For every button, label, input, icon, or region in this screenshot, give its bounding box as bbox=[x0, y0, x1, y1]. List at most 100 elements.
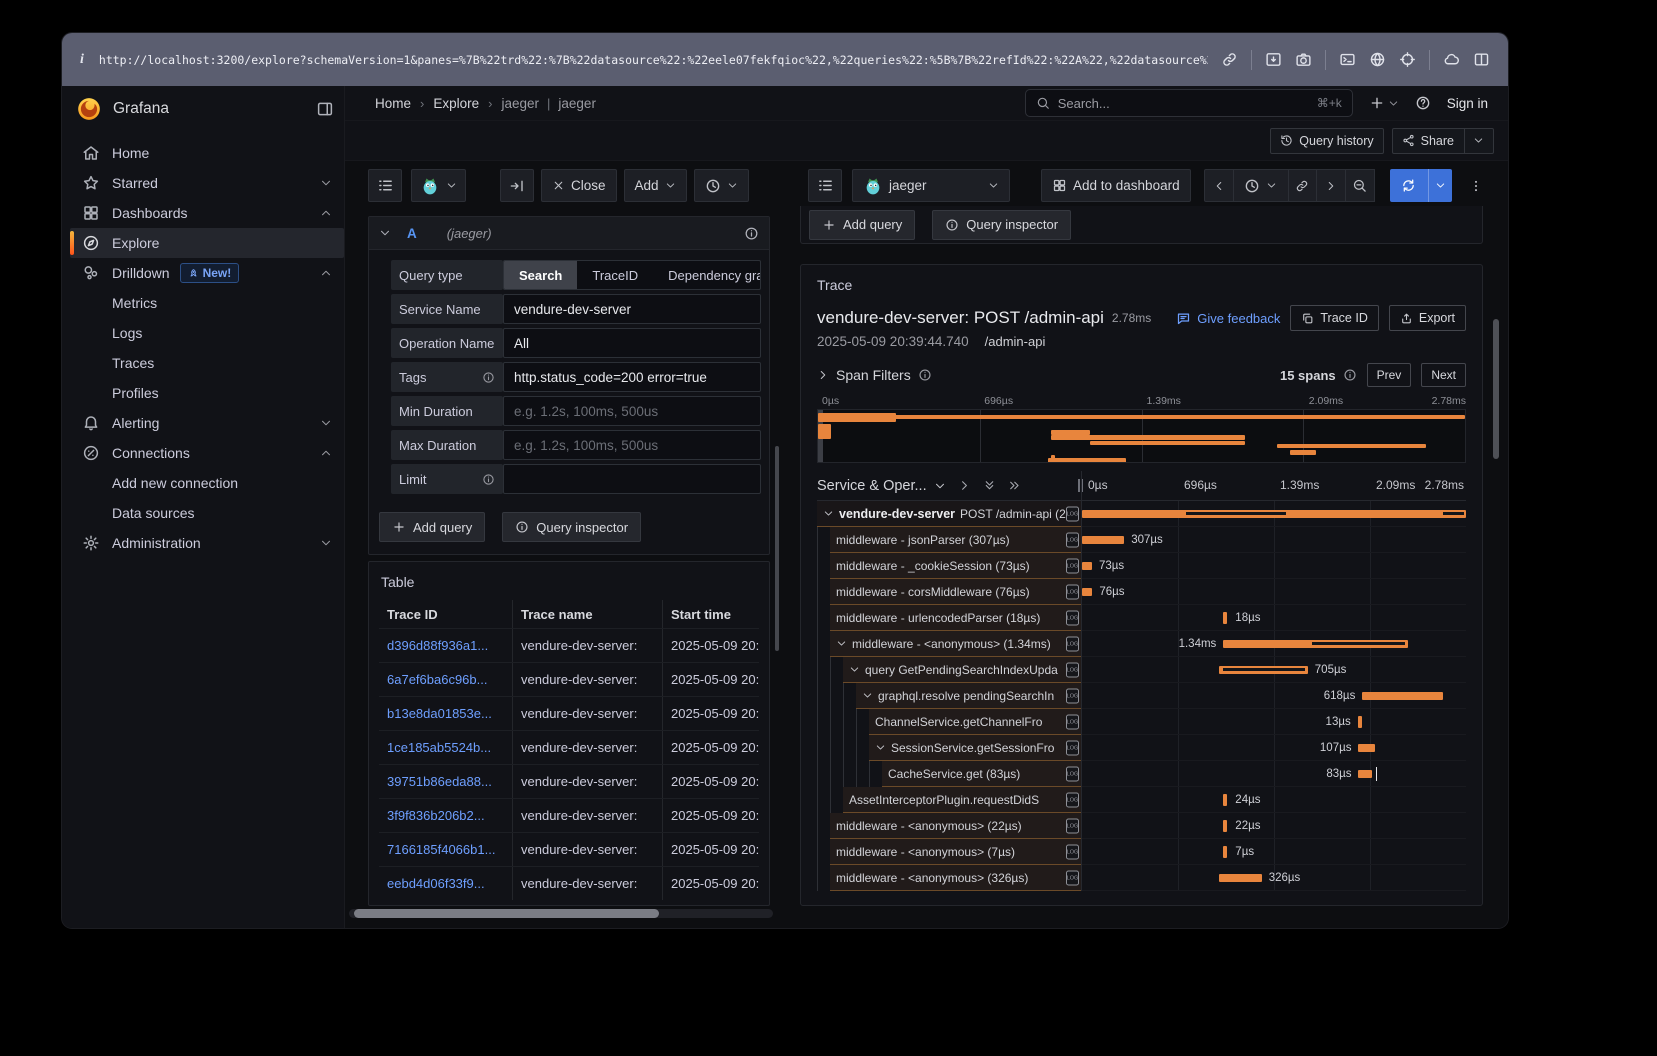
trace-id-link[interactable]: 1ce185ab5524b... bbox=[387, 740, 491, 755]
log-icon[interactable]: LOG bbox=[1066, 818, 1079, 833]
span-duration-bar[interactable] bbox=[1219, 874, 1261, 882]
log-icon[interactable]: LOG bbox=[1066, 532, 1079, 547]
span-name-cell[interactable]: middleware - jsonParser (307µs)LOG bbox=[830, 527, 1081, 553]
span-name-cell[interactable]: SessionService.getSessionFroLOG bbox=[869, 735, 1081, 761]
span-row[interactable]: middleware - <anonymous> (7µs)LOG7µs bbox=[817, 839, 1466, 865]
trace-id-link[interactable]: eebd4d06f33f9... bbox=[387, 876, 485, 891]
tab-dependency-graph[interactable]: Dependency graph bbox=[653, 261, 761, 289]
span-row[interactable]: ChannelService.getChannelFroLOG13µs bbox=[817, 709, 1466, 735]
sidebar-item-alerting[interactable]: Alerting bbox=[70, 408, 344, 438]
breadcrumb-home[interactable]: Home bbox=[375, 96, 411, 111]
add-query-button[interactable]: Add query bbox=[379, 512, 485, 542]
breadcrumb-jaeger-right[interactable]: jaeger bbox=[558, 96, 596, 111]
info-icon[interactable] bbox=[744, 226, 759, 241]
span-row[interactable]: middleware - <anonymous> (326µs)LOG326µs bbox=[817, 865, 1466, 891]
query-inspector-button[interactable]: Query inspector bbox=[502, 512, 641, 542]
vertical-scrollbar-thumb[interactable] bbox=[1493, 319, 1499, 459]
log-icon[interactable]: LOG bbox=[1066, 584, 1079, 599]
share-button[interactable]: Share bbox=[1392, 128, 1494, 154]
grafana-logo[interactable] bbox=[76, 96, 102, 122]
sidebar-item-starred[interactable]: Starred bbox=[70, 168, 344, 198]
span-row[interactable]: vendure-dev-serverPOST /admin-api (2LOG bbox=[817, 501, 1466, 527]
service-operation-column-header[interactable]: Service & Oper... bbox=[817, 478, 927, 494]
span-row[interactable]: query GetPendingSearchIndexUpdaLOG705µs bbox=[817, 657, 1466, 683]
horizontal-scrollbar[interactable] bbox=[349, 909, 773, 918]
span-name-cell[interactable]: middleware - _cookieSession (73µs)LOG bbox=[830, 553, 1081, 579]
query-history-button[interactable]: Query history bbox=[1270, 128, 1383, 154]
max-duration-input[interactable]: e.g. 1.2s, 100ms, 500us bbox=[503, 430, 761, 460]
trace-id-link[interactable]: d396d88f936a1... bbox=[387, 638, 488, 653]
collapse-pane-button[interactable] bbox=[500, 169, 534, 202]
column-header-start-time[interactable]: Start time bbox=[663, 600, 759, 628]
span-row[interactable]: middleware - <anonymous> (1.34ms)LOG1.34… bbox=[817, 631, 1466, 657]
query-rows-button[interactable] bbox=[368, 169, 402, 202]
tags-input[interactable]: http.status_code=200 error=true bbox=[503, 362, 761, 392]
span-name-cell[interactable]: ChannelService.getChannelFroLOG bbox=[869, 709, 1081, 735]
span-duration-bar[interactable] bbox=[1223, 846, 1227, 858]
operation-name-input[interactable]: All bbox=[503, 328, 761, 358]
span-duration-bar[interactable] bbox=[1082, 588, 1092, 596]
span-row[interactable]: SessionService.getSessionFroLOG107µs bbox=[817, 735, 1466, 761]
trace-id-link[interactable]: 6a7ef6ba6c96b... bbox=[387, 672, 487, 687]
log-icon[interactable]: LOG bbox=[1066, 610, 1079, 625]
span-name-cell[interactable]: CacheService.get (83µs)LOG bbox=[882, 761, 1081, 787]
chevron-right-icon[interactable] bbox=[958, 479, 971, 492]
span-name-cell[interactable]: query GetPendingSearchIndexUpdaLOG bbox=[843, 657, 1081, 683]
page-info-icon[interactable]: i bbox=[80, 52, 84, 68]
log-icon[interactable]: LOG bbox=[1066, 688, 1079, 703]
log-icon[interactable]: LOG bbox=[1066, 636, 1079, 651]
give-feedback-link[interactable]: Give feedback bbox=[1176, 311, 1280, 326]
next-span-button[interactable]: Next bbox=[1421, 363, 1466, 387]
time-range-button[interactable] bbox=[694, 169, 749, 202]
run-query-button[interactable] bbox=[1390, 169, 1452, 202]
camera-icon[interactable] bbox=[1295, 51, 1312, 68]
close-pane-button[interactable]: Close bbox=[541, 169, 617, 202]
min-duration-input[interactable]: e.g. 1.2s, 100ms, 500us bbox=[503, 396, 761, 426]
sidebar-item-home[interactable]: Home bbox=[70, 138, 344, 168]
time-range-button[interactable] bbox=[1233, 169, 1289, 202]
query-inspector-button[interactable]: Query inspector bbox=[932, 210, 1071, 240]
breadcrumb-jaeger-left[interactable]: jaeger bbox=[501, 96, 539, 111]
log-icon[interactable]: LOG bbox=[1066, 792, 1079, 807]
span-duration-bar[interactable] bbox=[1082, 562, 1092, 570]
copy-link-icon[interactable] bbox=[1221, 51, 1238, 68]
add-to-dashboard-button[interactable]: Add to dashboard bbox=[1041, 169, 1191, 202]
sign-in-button[interactable]: Sign in bbox=[1447, 96, 1488, 111]
add-query-button[interactable]: Add query bbox=[809, 210, 915, 240]
span-name-cell[interactable]: graphql.resolve pendingSearchInLOG bbox=[856, 683, 1081, 709]
span-row[interactable]: AssetInterceptorPlugin.requestDidSLOG24µ… bbox=[817, 787, 1466, 813]
chevron-right-icon[interactable] bbox=[817, 369, 829, 381]
sidebar-item-add-new-connection[interactable]: Add new connection bbox=[70, 468, 344, 498]
trace-id-link[interactable]: 3f9f836b206b2... bbox=[387, 808, 485, 823]
scrollbar-thumb[interactable] bbox=[354, 909, 659, 918]
link-time-button[interactable] bbox=[1288, 169, 1317, 202]
span-name-cell[interactable]: AssetInterceptorPlugin.requestDidSLOG bbox=[843, 787, 1081, 813]
span-name-cell[interactable]: vendure-dev-serverPOST /admin-api (2LOG bbox=[817, 501, 1081, 527]
info-icon[interactable] bbox=[1343, 368, 1357, 382]
sidebar-item-traces[interactable]: Traces bbox=[70, 348, 344, 378]
query-row-header[interactable]: A (jaeger) bbox=[369, 217, 769, 250]
prev-span-button[interactable]: Prev bbox=[1367, 363, 1412, 387]
span-row[interactable]: middleware - corsMiddleware (76µs)LOG76µ… bbox=[817, 579, 1466, 605]
log-icon[interactable]: LOG bbox=[1066, 766, 1079, 781]
help-button[interactable] bbox=[1415, 95, 1431, 111]
sidebar-item-connections[interactable]: Connections bbox=[70, 438, 344, 468]
time-shift-forward-button[interactable] bbox=[1316, 169, 1346, 202]
span-row[interactable]: middleware - <anonymous> (22µs)LOG22µs bbox=[817, 813, 1466, 839]
sidebar-item-data-sources[interactable]: Data sources bbox=[70, 498, 344, 528]
trace-id-button[interactable]: Trace ID bbox=[1290, 305, 1378, 331]
dock-menu-icon[interactable] bbox=[316, 100, 334, 118]
split-columns-icon[interactable] bbox=[1473, 51, 1490, 68]
sidebar-item-metrics[interactable]: Metrics bbox=[70, 288, 344, 318]
span-name-cell[interactable]: middleware - <anonymous> (326µs)LOG bbox=[830, 865, 1081, 891]
pane-menu-button[interactable] bbox=[1465, 169, 1487, 202]
sidebar-item-drilldown[interactable]: DrilldownNew! bbox=[70, 258, 344, 288]
query-rows-button[interactable] bbox=[808, 169, 842, 202]
log-icon[interactable]: LOG bbox=[1066, 506, 1079, 521]
span-duration-bar[interactable] bbox=[1223, 794, 1227, 806]
globe-icon[interactable] bbox=[1369, 51, 1386, 68]
trace-id-link[interactable]: b13e8da01853e... bbox=[387, 706, 492, 721]
span-name-cell[interactable]: middleware - corsMiddleware (76µs)LOG bbox=[830, 579, 1081, 605]
log-icon[interactable]: LOG bbox=[1066, 558, 1079, 573]
span-row[interactable]: middleware - _cookieSession (73µs)LOG73µ… bbox=[817, 553, 1466, 579]
